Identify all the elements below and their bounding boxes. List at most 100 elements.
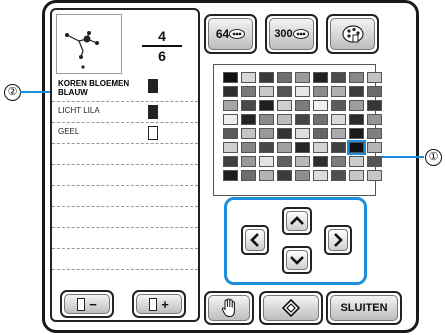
- color-swatch[interactable]: [367, 128, 382, 139]
- color-swatch[interactable]: [241, 170, 256, 181]
- color-swatch[interactable]: [349, 72, 364, 83]
- user-thread-palette-button[interactable]: [326, 14, 379, 54]
- color-swatch[interactable]: [241, 72, 256, 83]
- color-swatch[interactable]: [313, 170, 328, 181]
- color-swatch[interactable]: [331, 170, 346, 181]
- color-swatch[interactable]: [331, 114, 346, 125]
- color-swatch[interactable]: [331, 156, 346, 167]
- color-swatch[interactable]: [277, 114, 292, 125]
- color-swatch[interactable]: [241, 156, 256, 167]
- color-swatch[interactable]: [259, 114, 274, 125]
- hand-icon: [221, 298, 235, 318]
- color-swatch[interactable]: [367, 72, 382, 83]
- scroll-up-button[interactable]: [282, 207, 312, 235]
- color-swatch[interactable]: [295, 142, 310, 153]
- thread-list-item[interactable]: [52, 165, 198, 186]
- thread-list-item[interactable]: [52, 207, 198, 228]
- color-swatch[interactable]: [259, 72, 274, 83]
- color-swatch[interactable]: [349, 100, 364, 111]
- thread-list-item[interactable]: [52, 228, 198, 249]
- color-swatch[interactable]: [223, 114, 238, 125]
- color-swatch[interactable]: [241, 128, 256, 139]
- color-swatch[interactable]: [349, 156, 364, 167]
- color-swatch[interactable]: [349, 170, 364, 181]
- color-swatch[interactable]: [277, 72, 292, 83]
- color-swatch[interactable]: [367, 114, 382, 125]
- thread-list-item[interactable]: LICHT LILA: [52, 102, 198, 123]
- color-swatch[interactable]: [313, 100, 328, 111]
- color-swatch[interactable]: [367, 86, 382, 97]
- color-swatch[interactable]: [223, 128, 238, 139]
- hand-button[interactable]: [204, 291, 254, 325]
- spool-plus-button[interactable]: +: [132, 290, 186, 318]
- spool-minus-button[interactable]: −: [60, 290, 114, 318]
- color-swatch[interactable]: [223, 142, 238, 153]
- color-swatch[interactable]: [277, 142, 292, 153]
- scroll-left-button[interactable]: [241, 225, 269, 255]
- user-thread-palette-icon: [341, 25, 364, 43]
- thread-list: KOREN BLOEMEN BLAUW LICHT LILA GEEL: [52, 76, 198, 270]
- color-swatch[interactable]: [241, 100, 256, 111]
- color-swatch[interactable]: [295, 100, 310, 111]
- color-swatch[interactable]: [259, 86, 274, 97]
- color-swatch[interactable]: [259, 128, 274, 139]
- spool-icon: [148, 79, 158, 93]
- color-swatch[interactable]: [241, 114, 256, 125]
- color-swatch[interactable]: [223, 100, 238, 111]
- color-swatch[interactable]: [331, 128, 346, 139]
- color-swatch[interactable]: [349, 114, 364, 125]
- scroll-right-button[interactable]: [324, 225, 352, 255]
- color-swatch[interactable]: [349, 128, 364, 139]
- color-swatch[interactable]: [295, 86, 310, 97]
- thread-list-item[interactable]: KOREN BLOEMEN BLAUW: [52, 76, 198, 102]
- scroll-down-button[interactable]: [282, 246, 312, 274]
- color-swatch[interactable]: [367, 170, 382, 181]
- color-swatch[interactable]: [223, 86, 238, 97]
- close-button[interactable]: SLUITEN: [326, 291, 402, 325]
- color-swatch[interactable]: [277, 128, 292, 139]
- color-swatch[interactable]: [259, 156, 274, 167]
- spool-icon: [148, 105, 158, 119]
- color-swatch[interactable]: [223, 72, 238, 83]
- color-swatch[interactable]: [313, 72, 328, 83]
- color-swatch[interactable]: [295, 114, 310, 125]
- color-swatch[interactable]: [277, 100, 292, 111]
- color-swatch[interactable]: [367, 156, 382, 167]
- callout-1: ①: [425, 149, 442, 166]
- spool-icon: [148, 126, 158, 140]
- color-swatch[interactable]: [295, 170, 310, 181]
- color-swatch[interactable]: [259, 142, 274, 153]
- color-swatch[interactable]: [313, 128, 328, 139]
- thread-list-item[interactable]: [52, 249, 198, 270]
- color-swatch[interactable]: [259, 100, 274, 111]
- color-swatch[interactable]: [277, 86, 292, 97]
- chevron-up-icon: [290, 216, 304, 225]
- thread-list-item[interactable]: [52, 186, 198, 207]
- color-swatch[interactable]: [241, 142, 256, 153]
- thread-list-item[interactable]: GEEL: [52, 123, 198, 144]
- color-swatch[interactable]: [331, 142, 346, 153]
- palette-64-button[interactable]: 64: [204, 14, 257, 54]
- color-swatch[interactable]: [313, 114, 328, 125]
- color-swatch[interactable]: [295, 72, 310, 83]
- color-swatch[interactable]: [259, 170, 274, 181]
- color-swatch[interactable]: [313, 142, 328, 153]
- color-swatch[interactable]: [223, 170, 238, 181]
- color-swatch[interactable]: [295, 128, 310, 139]
- color-swatch[interactable]: [313, 86, 328, 97]
- color-swatch[interactable]: [349, 86, 364, 97]
- thread-list-item[interactable]: [52, 144, 198, 165]
- color-swatch[interactable]: [241, 86, 256, 97]
- color-swatch[interactable]: [223, 156, 238, 167]
- color-swatch[interactable]: [277, 170, 292, 181]
- color-swatch[interactable]: [331, 72, 346, 83]
- palette-300-button[interactable]: 300: [265, 14, 318, 54]
- color-swatch[interactable]: [331, 86, 346, 97]
- color-swatch[interactable]: [295, 156, 310, 167]
- color-swatch[interactable]: [367, 142, 382, 153]
- color-swatch[interactable]: [367, 100, 382, 111]
- color-swatch[interactable]: [277, 156, 292, 167]
- color-swatch[interactable]: [313, 156, 328, 167]
- color-swatch[interactable]: [331, 100, 346, 111]
- diamond-button[interactable]: [259, 291, 323, 325]
